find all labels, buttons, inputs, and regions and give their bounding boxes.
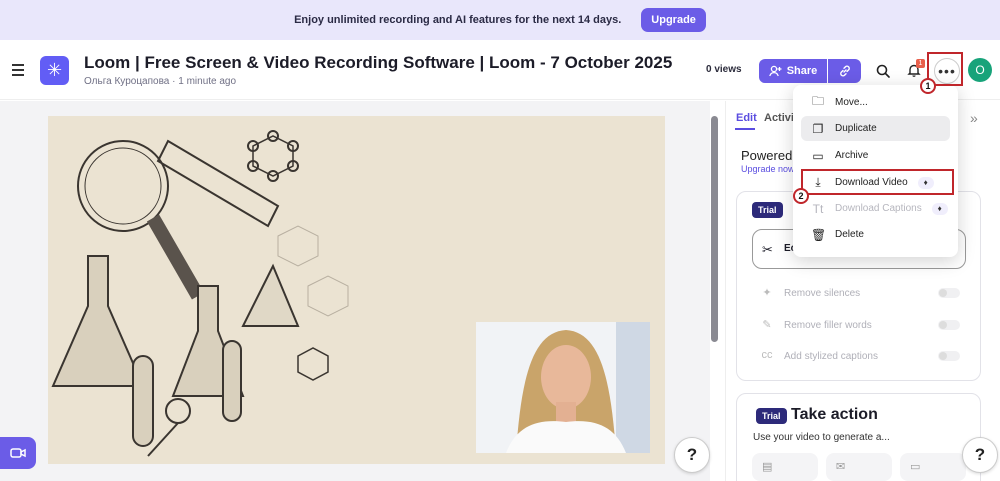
duplicate-icon: ❐ [812,121,824,136]
folder-icon: 🗀 [811,94,824,108]
presenter-image [476,322,650,453]
premium-gem-icon: ♦ [931,202,948,215]
link-icon [839,65,850,77]
upgrade-button[interactable]: Upgrade [641,8,706,32]
video-pane-scrollbar[interactable] [711,116,718,342]
captions-icon: Tt [812,201,824,216]
toggle-remove-filler-words[interactable] [938,320,960,330]
webcam-overlay [476,322,650,453]
share-label: Share [786,65,818,77]
help-button[interactable]: ? [674,437,710,473]
archive-icon: ▭ [812,148,824,163]
upgrade-now-link[interactable]: Upgrade now [741,164,795,174]
menu-item-delete[interactable]: 🗑 Delete [801,222,950,247]
ticket-icon: ▭ [910,461,921,473]
loom-logo-icon[interactable]: ✳ [40,56,69,85]
sparkle-icon: ✦ [762,287,772,299]
avatar[interactable]: O [968,58,992,82]
trash-icon: 🗑 [811,227,827,242]
action-email-card[interactable]: ✉ [826,453,892,481]
toggle-stylized-captions[interactable] [938,351,960,361]
take-action-subtitle: Use your video to generate a... [753,432,890,443]
captions-icon: cc [761,349,773,361]
step-2-marker: 2 [793,188,809,204]
action-doc-card[interactable]: ▤ [752,453,818,481]
menu-item-duplicate[interactable]: ❐ Duplicate [801,116,950,141]
powered-heading: Powered [741,148,793,163]
menu-item-archive[interactable]: ▭ Archive [801,143,950,168]
search-icon[interactable] [876,64,890,78]
video-title[interactable]: Loom | Free Screen & Video Recording Sof… [84,53,672,73]
action-ticket-card[interactable]: ▭ [900,453,966,481]
feature-stylized-captions: cc Add stylized captions [761,349,878,362]
video-camera-icon [10,448,26,458]
highlight-download-video [801,169,954,195]
collapse-panel-icon[interactable]: » [970,110,978,126]
view-count: 0 views [706,64,742,75]
video-meta: Ольга Куроцапова · 1 minute ago [84,76,237,87]
magic-wand-icon: ✎ [762,319,772,331]
hamburger-menu-icon[interactable] [12,64,24,76]
active-tab-indicator [735,128,755,130]
scissors-icon: ✂ [762,242,773,257]
record-button[interactable] [0,437,36,469]
step-1-marker: 1 [920,78,936,94]
banner-text: Enjoy unlimited recording and AI feature… [294,14,622,26]
notification-badge: 1 [916,59,925,68]
mail-icon: ✉ [836,461,846,473]
feature-remove-filler-words: ✎ Remove filler words [760,318,871,332]
feature-remove-silences: ✦ Remove silences [760,286,860,300]
help-button-right[interactable]: ? [962,437,998,473]
trial-badge-2: Trial [756,408,787,424]
promo-banner: Enjoy unlimited recording and AI feature… [0,0,1000,40]
document-icon: ▤ [762,461,773,473]
menu-item-download-captions[interactable]: Tt Download Captions ♦ [801,196,950,221]
toggle-remove-silences[interactable] [938,288,960,298]
tab-edit[interactable]: Edit [736,112,757,124]
trial-badge: Trial [752,202,783,218]
upload-time: 1 minute ago [178,76,237,87]
copy-link-button[interactable] [828,59,861,83]
share-button[interactable]: Share [759,59,827,83]
add-user-icon [768,65,782,77]
author-name: Ольга Куроцапова [84,76,170,87]
take-action-title: Take action [791,406,878,423]
